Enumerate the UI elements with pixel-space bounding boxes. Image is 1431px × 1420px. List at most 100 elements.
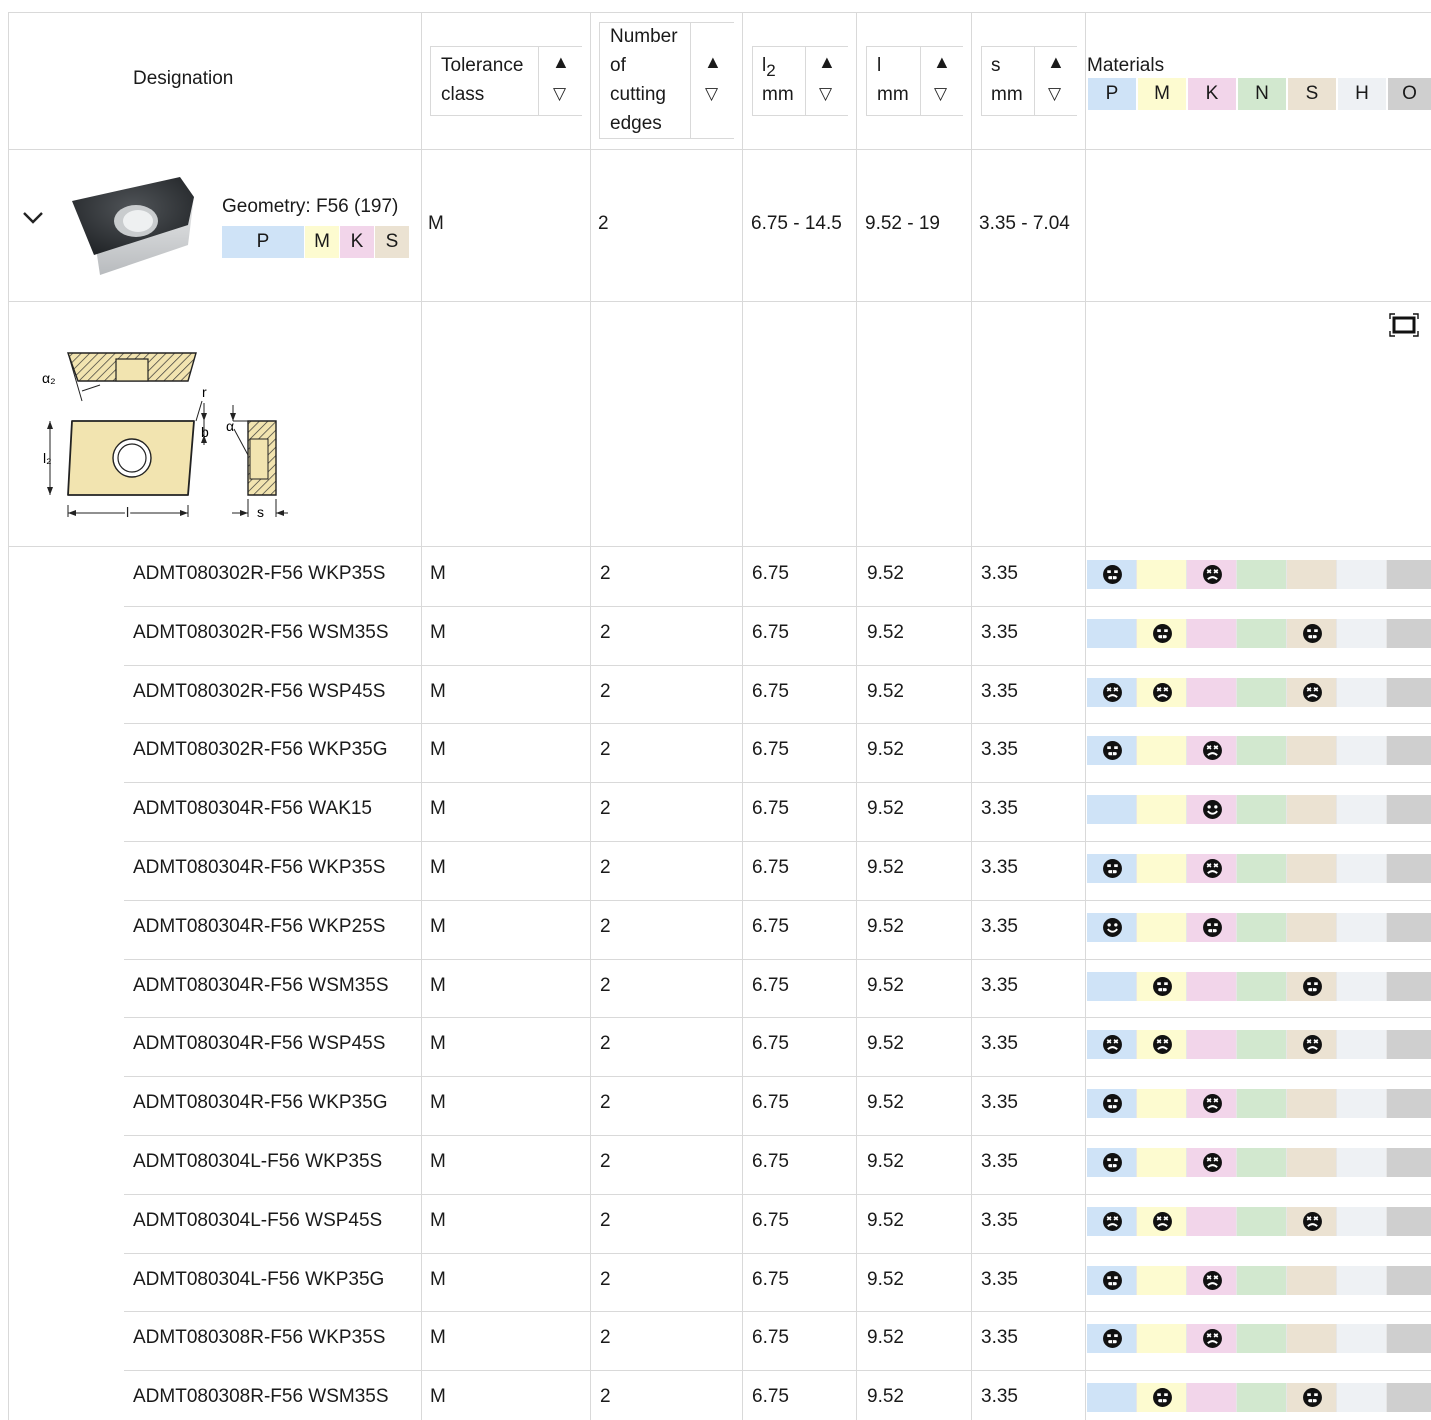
sort-ascending-icon[interactable]: ▲ [1047,52,1065,72]
cell-designation[interactable]: ADMT080302R-F56 WSP45S [133,681,385,703]
sort-ascending-icon[interactable]: ▲ [818,52,836,72]
geometry-label[interactable]: Geometry: F56 (197) [222,196,398,218]
cell-l2: 6.75 [752,1386,789,1407]
geometry-material-s: S [375,226,409,258]
material-cell-n [1237,1207,1287,1236]
material-cell-m [1137,913,1187,942]
cell-designation[interactable]: ADMT080304L-F56 WSP45S [133,1210,382,1232]
sort-descending-icon[interactable]: ▽ [553,84,566,104]
material-cell-o [1387,913,1431,942]
sort-descending-icon[interactable]: ▽ [1048,84,1061,104]
chevron-down-icon[interactable] [22,211,44,225]
material-cell-h [1337,678,1387,707]
geometry-material-m: M [305,226,339,258]
material-cell-k [1187,678,1237,707]
cell-designation[interactable]: ADMT080304R-F56 WSM35S [133,975,389,997]
cell-s: 3.35 [981,1033,1018,1054]
sort-ascending-icon[interactable]: ▲ [552,52,570,72]
sort-descending-icon[interactable]: ▽ [934,84,947,104]
header-edges-line4: edges [610,113,662,134]
smiley-cross-icon [1203,859,1222,878]
sort-descending-icon[interactable]: ▽ [819,84,832,104]
fullscreen-icon[interactable] [1389,313,1419,337]
cell-edges: 2 [600,739,611,760]
cell-tolerance: M [430,1033,446,1054]
material-cell-o [1387,1030,1431,1059]
cell-designation[interactable]: ADMT080308R-F56 WKP35S [133,1327,385,1349]
cell-designation[interactable]: ADMT080302R-F56 WSM35S [133,622,389,644]
cell-l: 9.52 [867,681,904,702]
smiley-cross-icon [1103,1035,1122,1054]
sort-ascending-icon[interactable]: ▲ [704,52,722,72]
material-cell-s [1287,1207,1337,1236]
material-cell-n [1237,1266,1287,1295]
material-cell-p [1087,1148,1137,1177]
material-cell-k [1187,795,1237,824]
material-cell-m [1137,795,1187,824]
geometry-tolerance: M [428,213,444,234]
header-designation[interactable]: Designation [133,64,233,93]
material-cell-m [1137,1266,1187,1295]
cell-designation[interactable]: ADMT080304L-F56 WKP35S [133,1151,382,1173]
material-group-m: M [1138,78,1186,110]
material-cell-k [1187,736,1237,765]
cell-s: 3.35 [981,1151,1018,1172]
col-divider [1085,12,1086,1420]
smiley-ok-icon [1303,1388,1322,1407]
material-cell-k [1187,913,1237,942]
header-l2-symbol: l2 [762,51,776,80]
cell-designation[interactable]: ADMT080304R-F56 WKP35S [133,857,385,879]
cell-designation[interactable]: ADMT080304R-F56 WKP25S [133,916,385,938]
cell-designation[interactable]: ADMT080304R-F56 WSP45S [133,1033,385,1055]
cell-l2: 6.75 [752,1210,789,1231]
material-cell-o [1387,1207,1431,1236]
material-cell-k [1187,619,1237,648]
row-divider [124,841,1431,842]
cell-edges: 2 [600,916,611,937]
cell-tolerance: M [430,857,446,878]
cell-l: 9.52 [867,563,904,584]
cell-designation[interactable]: ADMT080304R-F56 WAK15 [133,798,372,820]
material-cell-n [1237,736,1287,765]
cell-designation[interactable]: ADMT080302R-F56 WKP35G [133,739,388,761]
cell-l2: 6.75 [752,1092,789,1113]
material-cell-p [1087,1266,1137,1295]
material-cell-o [1387,795,1431,824]
cell-edges: 2 [600,563,611,584]
material-cell-o [1387,1148,1431,1177]
smiley-cross-icon [1203,741,1222,760]
material-cell-s [1287,795,1337,824]
material-cell-n [1237,854,1287,883]
smiley-cross-icon [1153,1212,1172,1231]
smiley-ok-icon [1103,1271,1122,1290]
material-cell-s [1287,619,1337,648]
material-cell-p [1087,795,1137,824]
cell-designation[interactable]: ADMT080304L-F56 WKP35G [133,1269,384,1291]
cell-designation[interactable]: ADMT080308R-F56 WSM35S [133,1386,389,1408]
cell-l: 9.52 [867,1210,904,1231]
sort-ascending-icon[interactable]: ▲ [933,52,951,72]
header-s-unit: mm [991,84,1023,105]
header-l-unit: mm [877,84,909,105]
material-cell-s [1287,1266,1337,1295]
material-cell-m [1137,1089,1187,1118]
material-cell-h [1337,1030,1387,1059]
material-cell-m [1137,1383,1187,1412]
cell-edges: 2 [600,1033,611,1054]
material-cell-p [1087,1383,1137,1412]
material-cell-p [1087,736,1137,765]
cell-s: 3.35 [981,1092,1018,1113]
smiley-good-icon [1203,800,1222,819]
cell-l: 9.52 [867,798,904,819]
cell-designation[interactable]: ADMT080302R-F56 WKP35S [133,563,385,585]
row-divider [124,1194,1431,1195]
insert-dimension-diagram: α₂ l₂ l r b α s [42,352,288,522]
cell-tolerance: M [430,1092,446,1113]
sort-descending-icon[interactable]: ▽ [705,84,718,104]
cell-l: 9.52 [867,1269,904,1290]
material-cell-m [1137,678,1187,707]
material-cell-p [1087,1207,1137,1236]
material-cell-p [1087,1089,1137,1118]
cell-designation[interactable]: ADMT080304R-F56 WKP35G [133,1092,388,1114]
cell-s: 3.35 [981,1269,1018,1290]
